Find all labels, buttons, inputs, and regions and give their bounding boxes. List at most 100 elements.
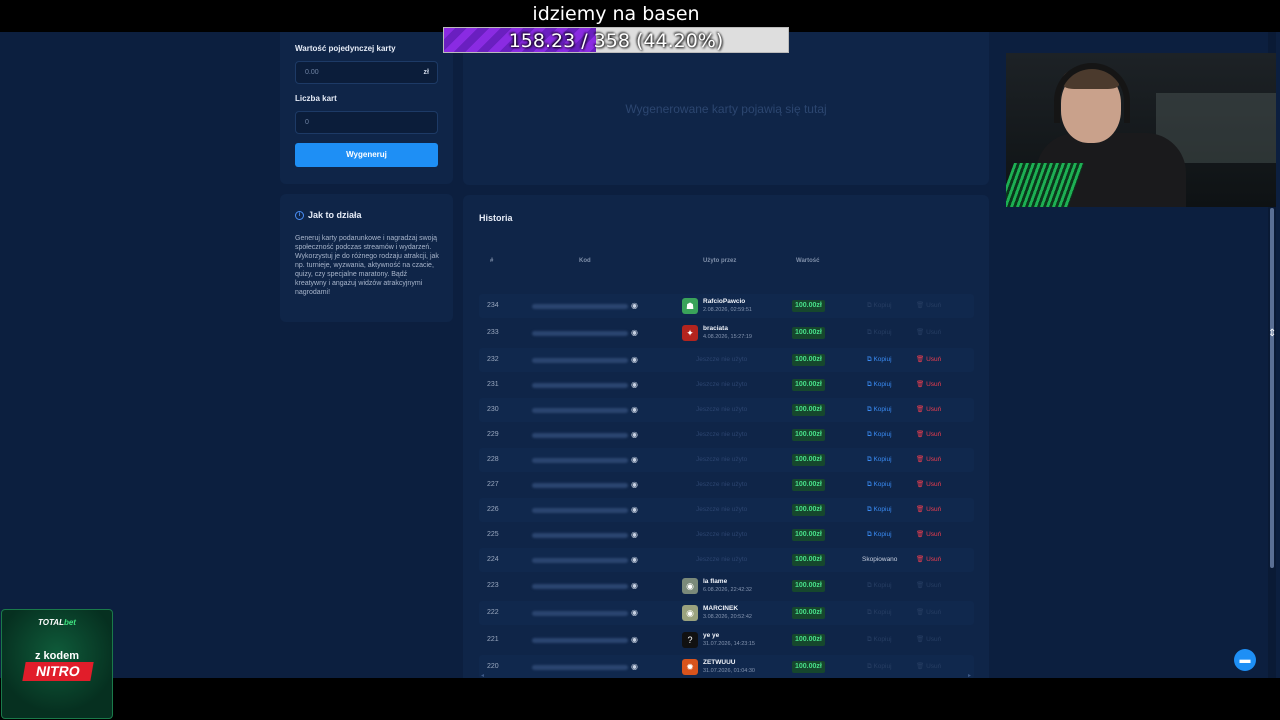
mouse-cursor-icon: ⇕ — [1268, 328, 1277, 339]
promo-logo: TOTALbet — [38, 618, 76, 627]
eye-icon[interactable]: ◉ — [631, 655, 638, 678]
promo-widget: TOTALbet z kodem NITRO — [1, 609, 113, 719]
value-badge: 100.00zł — [792, 404, 825, 416]
user-avatar: ☗ — [682, 298, 698, 314]
page-scrollbar-thumb[interactable] — [1270, 208, 1274, 568]
eye-icon[interactable]: ◉ — [631, 628, 638, 652]
copy-button[interactable]: ⧉ Kopiuj — [867, 373, 892, 397]
row-number: 222 — [487, 609, 499, 616]
copy-button[interactable]: ⧉ Kopiuj — [867, 523, 892, 547]
user-avatar: ◉ — [682, 578, 698, 594]
row-number: 227 — [487, 481, 499, 488]
delete-button[interactable]: 🗑︎ Usuń — [916, 373, 941, 397]
value-badge: 100.00zł — [792, 379, 825, 391]
used-by-cell: Jeszcze nie użyto — [682, 423, 782, 447]
row-number: 229 — [487, 431, 499, 438]
user-name: la flame — [703, 578, 728, 585]
user-name: RafcioPawcio — [703, 298, 746, 305]
used-date: 4.08.2026, 15:27:19 — [703, 334, 752, 340]
delete-button-disabled: 🗑︎ Usuń — [916, 663, 942, 670]
copy-button[interactable]: ⧉ Kopiuj — [867, 398, 892, 422]
value-badge: 100.00zł — [792, 327, 825, 339]
history-title: Historia — [479, 213, 513, 223]
delete-button[interactable]: 🗑︎ Usuń — [916, 498, 941, 522]
row-number: 231 — [487, 381, 499, 388]
eye-icon[interactable]: ◉ — [631, 574, 638, 598]
generated-placeholder: Wygenerowane karty pojawią się tutaj — [625, 102, 827, 116]
delete-button[interactable]: 🗑︎ Usuń — [916, 523, 941, 547]
eye-icon[interactable]: ◉ — [631, 523, 638, 547]
single-value-input[interactable]: 0.00 zł — [295, 61, 438, 84]
user-name: braciata — [703, 325, 728, 332]
value-badge: 100.00zł — [792, 607, 825, 619]
delete-button[interactable]: 🗑︎ Usuń — [916, 473, 941, 497]
eye-icon[interactable]: ◉ — [631, 473, 638, 497]
eye-icon[interactable]: ◉ — [631, 548, 638, 572]
table-row: 233 ◉ ✦ braciata 4.08.2026, 15:27:19 100.00zł… — [479, 321, 974, 345]
unused-label: Jeszcze nie użyto — [696, 531, 748, 538]
used-by-cell: Jeszcze nie użyto — [682, 548, 782, 572]
value-badge: 100.00zł — [792, 661, 825, 673]
value-badge: 100.00zł — [792, 554, 825, 566]
delete-button-disabled: 🗑︎ Usuń — [916, 636, 942, 643]
eye-icon[interactable]: ◉ — [631, 498, 638, 522]
user-avatar: ✹ — [682, 659, 698, 675]
copy-button[interactable]: ⧉ Kopiuj — [867, 498, 892, 522]
copy-button-disabled: ⧉ Kopiuj — [867, 663, 892, 670]
value-badge: 100.00zł — [792, 429, 825, 441]
hidden-code — [532, 358, 628, 363]
hidden-code — [532, 433, 628, 438]
table-row: 228 ◉ Jeszcze nie użyto 100.00zł ⧉ Kopiuj 🗑︎ … — [479, 448, 974, 472]
table-row: 232 ◉ Jeszcze nie użyto 100.00zł ⧉ Kopiuj 🗑︎ … — [479, 348, 974, 372]
delete-button[interactable]: 🗑︎ Usuń — [916, 398, 941, 422]
eye-icon[interactable]: ◉ — [631, 321, 638, 345]
card-count-input[interactable]: 0 — [295, 111, 438, 134]
user-avatar: ✦ — [682, 325, 698, 341]
used-by-cell: ◉ la flame 6.08.2026, 22:42:32 — [682, 574, 782, 598]
unused-label: Jeszcze nie użyto — [696, 431, 748, 438]
hidden-code — [532, 558, 628, 563]
used-by-cell: Jeszcze nie użyto — [682, 498, 782, 522]
delete-button[interactable]: 🗑︎ Usuń — [916, 423, 941, 447]
info-icon: i — [295, 211, 304, 221]
table-row: 234 ◉ ☗ RafcioPawcio 2.08.2026, 02:59:51 100.… — [479, 294, 974, 318]
eye-icon[interactable]: ◉ — [631, 398, 638, 422]
used-date: 31.07.2026, 01:04:30 — [703, 668, 755, 674]
user-avatar: ◉ — [682, 605, 698, 621]
promo-code: NITRO — [22, 662, 94, 681]
copy-button[interactable]: ⧉ Kopiuj — [867, 448, 892, 472]
value-badge: 100.00zł — [792, 454, 825, 466]
eye-icon[interactable]: ◉ — [631, 423, 638, 447]
value-badge: 100.00zł — [792, 504, 825, 516]
history-table-header: # Kod Użyto przez Wartość — [463, 258, 989, 268]
eye-icon[interactable]: ◉ — [631, 601, 638, 625]
used-by-cell: Jeszcze nie użyto — [682, 348, 782, 372]
delete-button[interactable]: 🗑︎ Usuń — [916, 548, 941, 572]
eye-icon[interactable]: ◉ — [631, 373, 638, 397]
value-badge: 100.00zł — [792, 529, 825, 541]
goal-progress-bar: 158.23 / 358 (44.20%) — [443, 27, 789, 53]
eye-icon[interactable]: ◉ — [631, 448, 638, 472]
hidden-code — [532, 408, 628, 413]
copy-button-disabled: ⧉ Kopiuj — [867, 636, 892, 643]
copy-button[interactable]: ⧉ Kopiuj — [867, 423, 892, 447]
used-date: 2.08.2026, 02:59:51 — [703, 307, 752, 313]
generate-button[interactable]: Wygeneruj — [295, 143, 438, 167]
copy-button[interactable]: ⧉ Kopiuj — [867, 348, 892, 372]
copy-button[interactable]: ⧉ Kopiuj — [867, 473, 892, 497]
eye-icon[interactable]: ◉ — [631, 348, 638, 372]
delete-button[interactable]: 🗑︎ Usuń — [916, 448, 941, 472]
unused-label: Jeszcze nie użyto — [696, 556, 748, 563]
chat-support-icon[interactable]: ▬ — [1234, 649, 1256, 671]
row-number: 234 — [487, 302, 499, 309]
eye-icon[interactable]: ◉ — [631, 294, 638, 318]
used-by-cell: Jeszcze nie użyto — [682, 448, 782, 472]
hidden-code — [532, 638, 628, 643]
hidden-code — [532, 458, 628, 463]
col-value: Wartość — [796, 258, 820, 264]
table-row: 223 ◉ ◉ la flame 6.08.2026, 22:42:32 100.00zł… — [479, 574, 974, 598]
hidden-code — [532, 533, 628, 538]
delete-button[interactable]: 🗑︎ Usuń — [916, 348, 941, 372]
goal-progress-text: 158.23 / 358 (44.20%) — [508, 30, 724, 52]
used-by-cell: ✹ ZETWUUU 31.07.2026, 01:04:30 — [682, 655, 782, 678]
